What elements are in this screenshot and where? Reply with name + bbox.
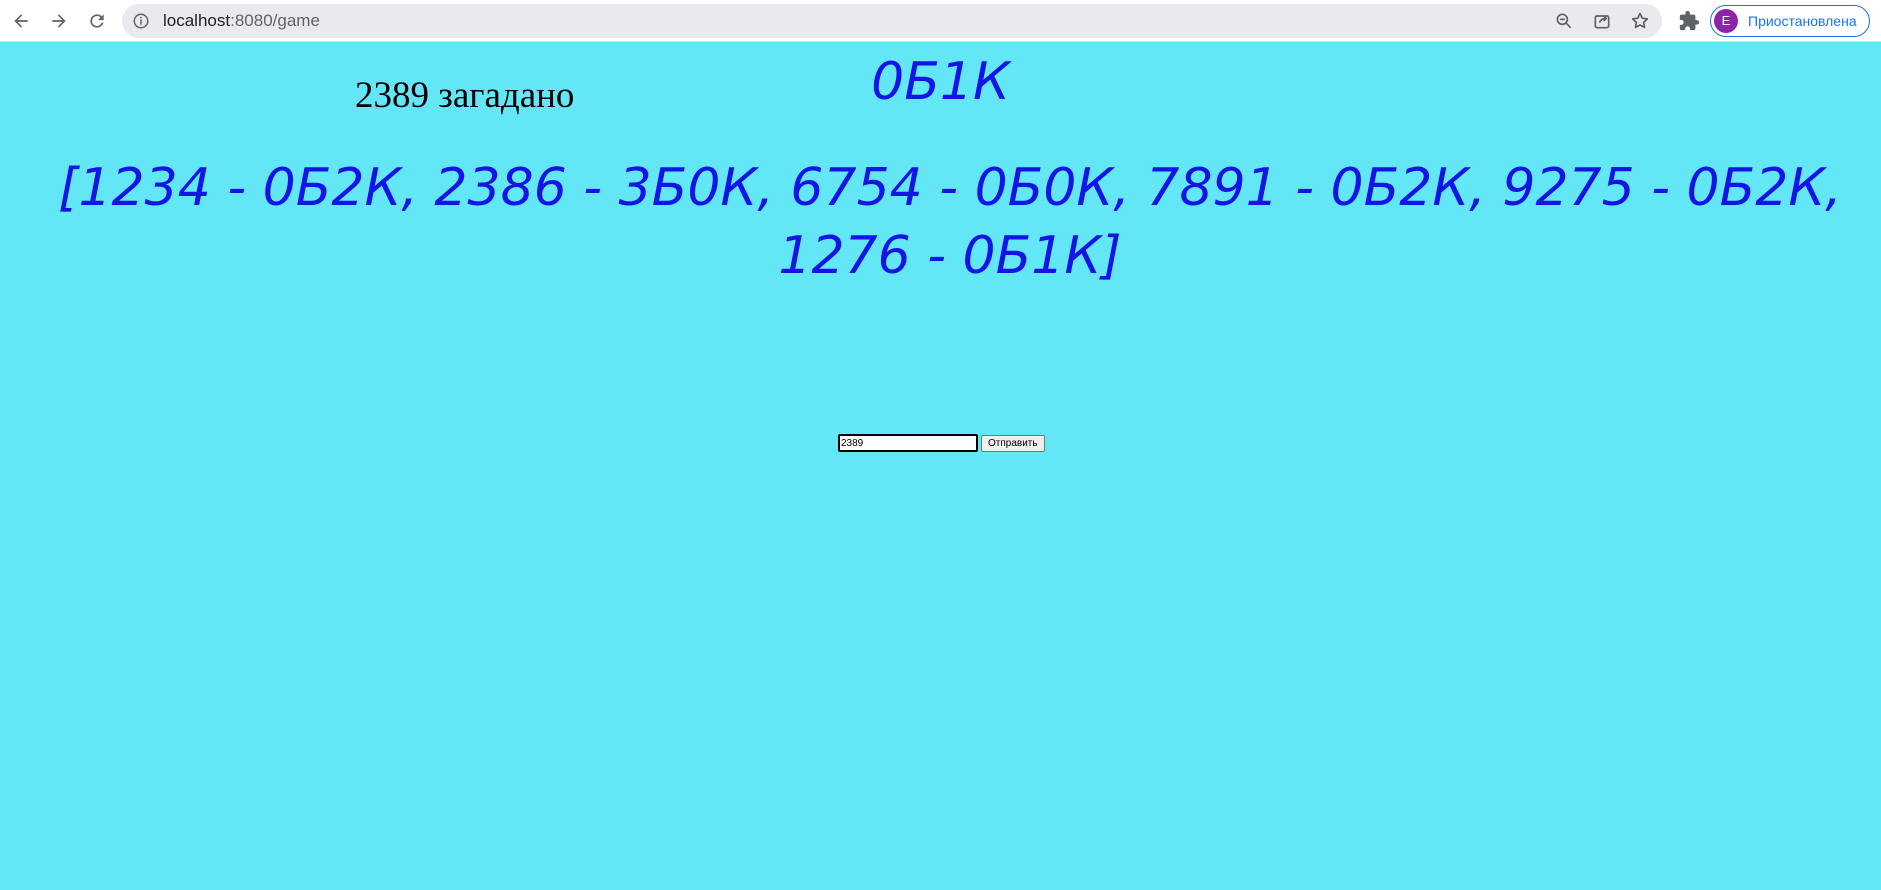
browser-toolbar: localhost:8080/game E Приостановлена — [0, 0, 1881, 42]
submit-button[interactable]: Отправить — [981, 434, 1045, 452]
profile-status-label: Приостановлена — [1748, 13, 1857, 29]
guess-input[interactable] — [838, 434, 978, 452]
address-bar[interactable]: localhost:8080/game — [122, 4, 1662, 38]
profile-avatar: E — [1714, 9, 1738, 33]
last-result-text: 0Б1К — [871, 52, 1010, 112]
profile-button[interactable]: E Приостановлена — [1710, 5, 1870, 37]
game-page: 2389 загадано 0Б1К [1234 - 0Б2К, 2386 - … — [0, 42, 1881, 890]
zoom-icon[interactable] — [1554, 11, 1574, 31]
url-host: localhost — [163, 11, 231, 30]
guess-history-text: [1234 - 0Б2К, 2386 - 3Б0К, 6754 - 0Б0К, … — [58, 158, 1842, 286]
forward-button[interactable] — [46, 8, 72, 34]
extensions-puzzle-icon[interactable] — [1678, 10, 1700, 32]
forward-arrow-icon — [52, 14, 66, 28]
bookmark-star-icon[interactable] — [1630, 11, 1650, 31]
back-arrow-icon — [14, 14, 28, 28]
reload-icon — [90, 14, 104, 28]
guess-form: Отправить — [838, 434, 1045, 452]
back-button[interactable] — [8, 8, 34, 34]
url-text[interactable]: localhost:8080/game — [163, 4, 320, 38]
url-path: :8080/game — [230, 11, 320, 30]
site-info-icon[interactable] — [132, 12, 150, 30]
share-icon[interactable] — [1592, 11, 1612, 31]
reload-button[interactable] — [84, 8, 110, 34]
